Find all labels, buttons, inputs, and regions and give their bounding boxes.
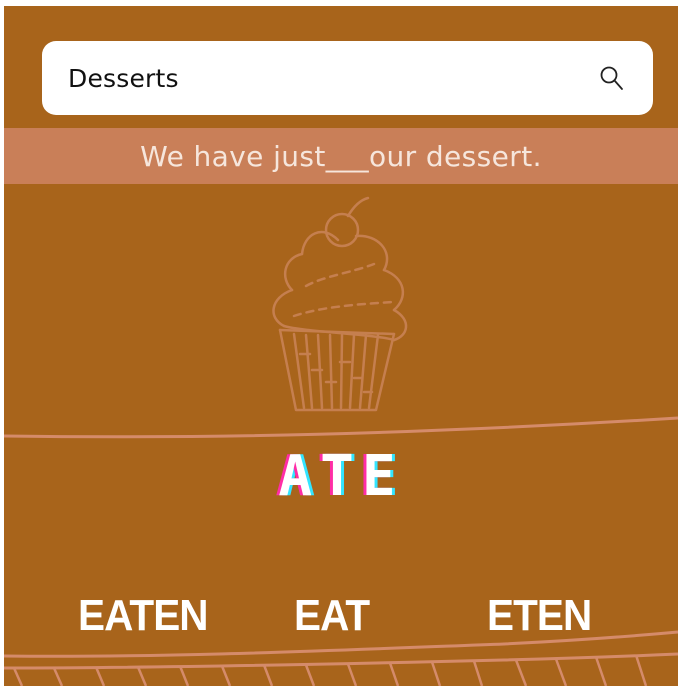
question-banner: We have just___our dessert. [4,128,678,184]
option-eat[interactable]: EAT [294,586,370,646]
option-eaten[interactable]: EATEN [78,586,209,646]
game-screen: Desserts We have just___our dessert. ATE… [4,6,678,686]
divider-line [4,416,678,439]
search-bar[interactable]: Desserts [42,41,653,115]
answer-word: ATE [278,444,404,509]
answer-display: ATE [4,442,678,512]
option-eten[interactable]: ETEN [487,586,592,646]
search-input[interactable]: Desserts [68,64,597,93]
question-text: We have just___our dessert. [140,139,542,173]
cupcake-icon [244,194,424,414]
search-icon[interactable] [597,63,627,93]
